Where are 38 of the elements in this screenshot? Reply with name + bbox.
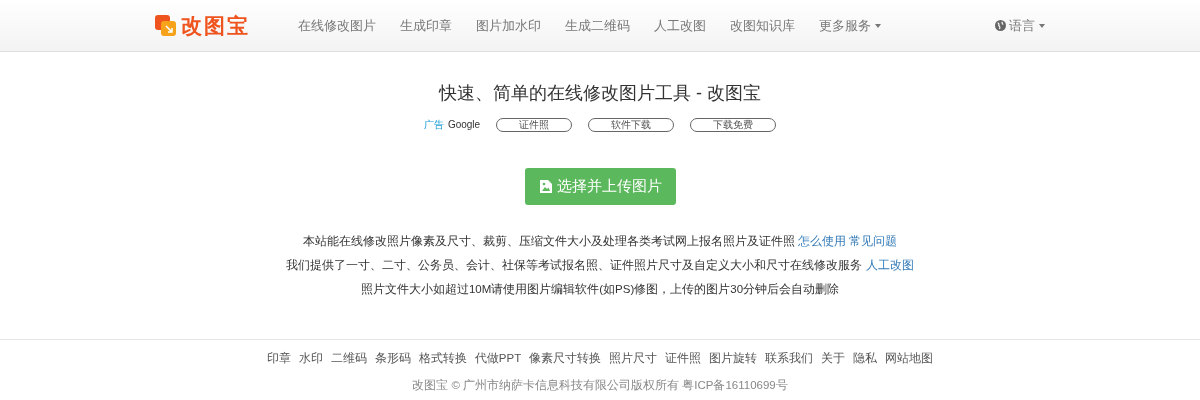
info-text: 本站能在线修改照片像素及尺寸、裁剪、压缩文件大小及处理各类考试网上报名照片及证件照 怎么使用 常见问题: [301, 233, 899, 249]
info-text: 照片文件大小如超过10M请使用图片编辑软件(如PS)修图，上传的图片30分钟后会自动删除: [359, 281, 841, 297]
footer-link[interactable]: 代做PPT: [474, 349, 522, 367]
footer-link[interactable]: 图片旋转: [709, 349, 758, 367]
footer-link[interactable]: 联系我们: [765, 349, 814, 367]
footer-link[interactable]: 像素尺寸转换: [529, 349, 602, 367]
footer-link[interactable]: 证件照: [665, 349, 702, 367]
help-link[interactable]: 怎么使用: [798, 234, 846, 247]
footer-link[interactable]: 隐私: [853, 349, 878, 367]
nav-link[interactable]: 生成二维码: [565, 15, 630, 36]
nav-link[interactable]: 改图知识库: [730, 15, 795, 36]
ad-label: 广告: [423, 118, 444, 132]
footer-link[interactable]: 二维码: [330, 349, 367, 367]
dropdown-menu-link[interactable]: 更多服务: [819, 15, 881, 36]
footer-link[interactable]: 关于: [821, 349, 846, 367]
ad-provider-text: Google: [447, 118, 481, 132]
logo-icon: [155, 14, 177, 37]
nav-link[interactable]: 在线修改图片: [298, 15, 376, 36]
help-link[interactable]: 人工改图: [865, 258, 914, 271]
globe-icon: [995, 20, 1006, 31]
page-title: 快速、简单的在线修改图片工具 - 改图宝: [437, 82, 762, 105]
footer-link[interactable]: 水印: [298, 349, 323, 367]
footer-link[interactable]: 印章: [266, 349, 291, 367]
footer-link[interactable]: 格式转换: [418, 349, 467, 367]
language-menu[interactable]: 语言: [995, 15, 1045, 36]
ad-keyword-button[interactable]: 下载免费: [690, 117, 777, 132]
ad-keyword-button[interactable]: 证件照: [496, 117, 573, 132]
nav-link[interactable]: 人工改图: [654, 15, 706, 36]
copyright-text: 改图宝 © 广州市纳萨卡信息科技有限公司版权所有 粤ICP备16110699号: [411, 377, 789, 393]
footer-link[interactable]: 网站地图: [885, 349, 934, 367]
footer-link[interactable]: 条形码: [374, 349, 411, 367]
ad-keyword-button[interactable]: 软件下载: [588, 117, 675, 132]
help-link[interactable]: 常见问题: [849, 234, 898, 247]
nav-link[interactable]: 生成印章: [400, 15, 452, 36]
footer-link[interactable]: 照片尺寸: [609, 349, 658, 367]
image-icon: [538, 178, 553, 194]
nav-link[interactable]: 图片加水印: [476, 15, 541, 36]
info-text: 我们提供了一寸、二寸、公务员、会计、社保等考试报名照、证件照片尺寸及自定义大小和尺寸在线修改服务 人工改图: [285, 257, 915, 273]
